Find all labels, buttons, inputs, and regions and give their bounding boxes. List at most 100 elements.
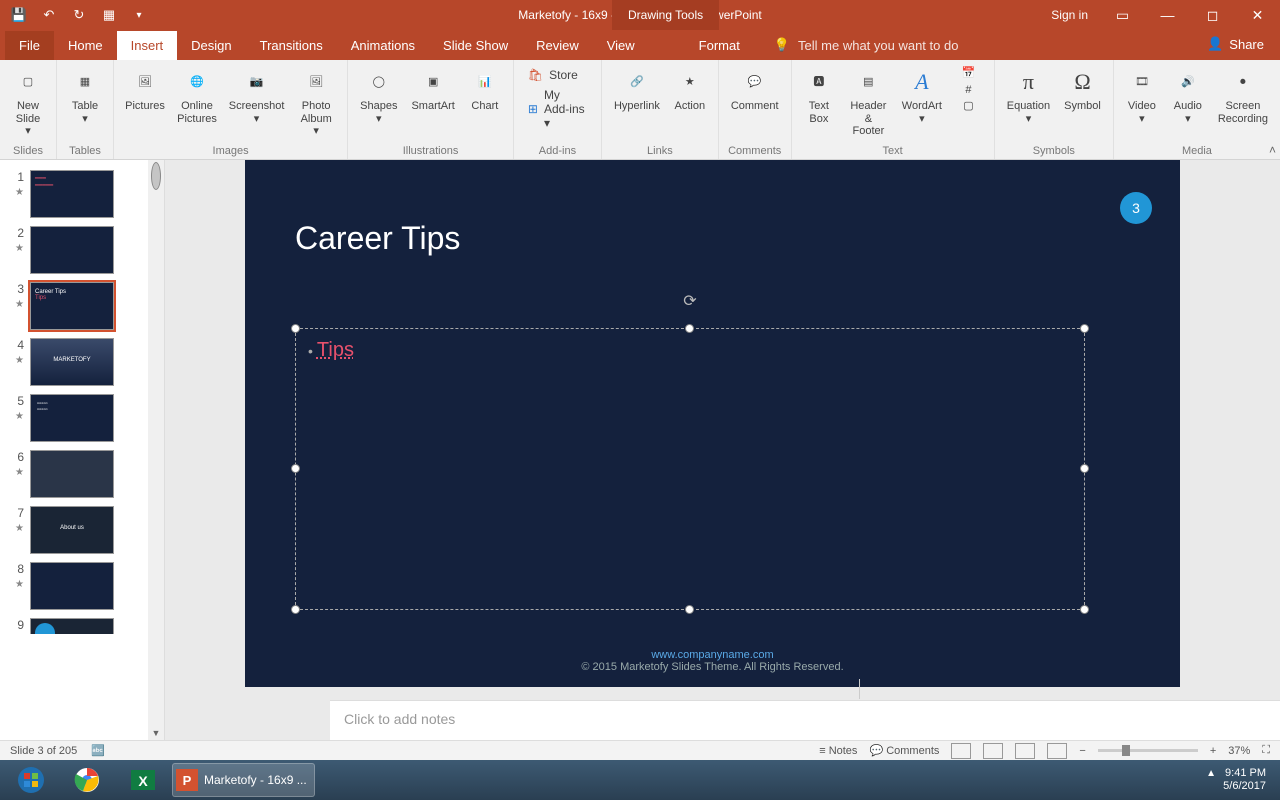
maximize-icon[interactable]: ◻	[1190, 0, 1235, 30]
thumb-7[interactable]: 7★About us	[0, 502, 164, 558]
resize-handle-w[interactable]	[291, 464, 300, 473]
thumb-1[interactable]: 1★━━━━━━━━	[0, 166, 164, 222]
pictures-button[interactable]: 🖼Pictures	[120, 64, 170, 140]
start-button[interactable]	[4, 763, 58, 797]
my-addins-button[interactable]: ⊞My Add-ins ▾	[528, 88, 587, 130]
zoom-slider[interactable]	[1098, 749, 1198, 752]
audio-button[interactable]: 🔊Audio ▾	[1166, 64, 1210, 127]
table-button[interactable]: ▦Table ▾	[63, 64, 107, 127]
tab-file[interactable]: File	[5, 31, 54, 60]
normal-view-button[interactable]	[951, 743, 971, 759]
slide-title[interactable]: Career Tips	[295, 220, 460, 257]
reading-view-button[interactable]	[1015, 743, 1035, 759]
zoom-percent[interactable]: 37%	[1228, 745, 1250, 757]
resize-handle-ne[interactable]	[1080, 324, 1089, 333]
bullet-text[interactable]: Tips	[308, 339, 354, 362]
resize-handle-e[interactable]	[1080, 464, 1089, 473]
resize-handle-se[interactable]	[1080, 605, 1089, 614]
zoom-slider-knob[interactable]	[1122, 745, 1130, 756]
chrome-app[interactable]	[60, 763, 114, 797]
rotation-handle-icon[interactable]: ⟳	[683, 291, 696, 311]
collapse-ribbon-icon[interactable]: ˄	[1269, 143, 1276, 157]
slide-canvas[interactable]: Career Tips 3 ⟳ Tips www.companyname.com…	[245, 160, 1180, 687]
close-icon[interactable]: ✕	[1235, 0, 1280, 30]
tab-transitions[interactable]: Transitions	[246, 31, 337, 60]
scroll-handle[interactable]	[151, 162, 161, 190]
video-button[interactable]: 🎞Video ▾	[1120, 64, 1164, 127]
footer-url[interactable]: www.companyname.com	[651, 649, 773, 661]
notes-pane[interactable]: Click to add notes	[330, 700, 1280, 740]
photo-album-button[interactable]: 🖼Photo Album ▾	[291, 64, 341, 140]
smartart-icon: ▣	[417, 66, 449, 98]
wordart-button[interactable]: AWordArt ▾	[897, 64, 947, 140]
tray-chevron-icon[interactable]: ▲	[1206, 768, 1216, 779]
shapes-button[interactable]: ◯Shapes ▾	[354, 64, 403, 127]
undo-icon[interactable]: ↶	[40, 6, 58, 24]
thumb-2[interactable]: 2★	[0, 222, 164, 278]
redo-icon[interactable]: ↻	[70, 6, 88, 24]
symbol-button[interactable]: ΩSymbol	[1058, 64, 1107, 127]
tab-review[interactable]: Review	[522, 31, 593, 60]
slide-edit-area[interactable]: Career Tips 3 ⟳ Tips www.companyname.com…	[165, 160, 1280, 740]
tab-home[interactable]: Home	[54, 31, 117, 60]
thumb-scrollbar[interactable]: ▲ ▼	[148, 160, 164, 740]
group-label-illustrations: Illustrations	[403, 143, 459, 159]
zoom-out-button[interactable]: −	[1079, 745, 1085, 757]
powerpoint-app[interactable]: P Marketofy - 16x9 ...	[172, 763, 315, 797]
tell-me-search[interactable]: 💡 Tell me what you want to do	[774, 37, 959, 60]
resize-handle-n[interactable]	[685, 324, 694, 333]
action-button[interactable]: ★Action	[668, 64, 712, 115]
thumb-6[interactable]: 6★	[0, 446, 164, 502]
content-text-box[interactable]: ⟳ Tips	[295, 328, 1085, 610]
text-cursor	[859, 679, 860, 699]
zoom-in-button[interactable]: +	[1210, 745, 1216, 757]
notes-toggle[interactable]: ≡ Notes	[819, 745, 857, 757]
slide-counter[interactable]: Slide 3 of 205	[10, 745, 77, 757]
equation-button[interactable]: πEquation ▾	[1001, 64, 1056, 127]
start-from-beginning-icon[interactable]: ▦	[100, 6, 118, 24]
ribbon-display-options-icon[interactable]: ▭	[1100, 0, 1145, 30]
comments-toggle[interactable]: 💬 Comments	[869, 744, 939, 757]
tab-slideshow[interactable]: Slide Show	[429, 31, 522, 60]
text-extras[interactable]: 📅#▢	[949, 64, 988, 140]
group-tables: ▦Table ▾ Tables	[57, 60, 114, 159]
system-clock[interactable]: ▲ 9:41 PM5/6/2017	[1206, 767, 1276, 793]
hyperlink-button[interactable]: 🔗Hyperlink	[608, 64, 666, 115]
tab-view[interactable]: View	[593, 31, 649, 60]
resize-handle-sw[interactable]	[291, 605, 300, 614]
chart-button[interactable]: 📊Chart	[463, 64, 507, 127]
resize-handle-nw[interactable]	[291, 324, 300, 333]
tab-insert[interactable]: Insert	[117, 31, 178, 60]
sorter-view-button[interactable]	[983, 743, 1003, 759]
smartart-button[interactable]: ▣SmartArt	[405, 64, 460, 127]
thumb-5[interactable]: 5★▫▫▫▫▫▫▫▫▫▫	[0, 390, 164, 446]
text-box-button[interactable]: 🅰Text Box	[798, 64, 841, 140]
screen-recording-button[interactable]: ⏺Screen Recording	[1212, 64, 1274, 127]
thumb-9[interactable]: 9	[0, 614, 164, 634]
online-pictures-button[interactable]: 🌐Online Pictures	[172, 64, 222, 140]
tell-me-placeholder: Tell me what you want to do	[798, 38, 958, 53]
resize-handle-s[interactable]	[685, 605, 694, 614]
tab-animations[interactable]: Animations	[337, 31, 429, 60]
tab-format[interactable]: Format	[685, 31, 754, 60]
store-button[interactable]: 🛍Store	[528, 68, 587, 82]
comment-button[interactable]: 💬Comment	[725, 64, 785, 115]
new-slide-button[interactable]: ▢New Slide ▾	[6, 64, 50, 140]
minimize-icon[interactable]: —	[1145, 0, 1190, 30]
scroll-down-icon[interactable]: ▼	[150, 726, 163, 740]
screenshot-button[interactable]: 📷Screenshot ▾	[224, 64, 289, 140]
thumb-3[interactable]: 3★Career TipsTips	[0, 278, 164, 334]
thumb-4[interactable]: 4★MARKETOFY	[0, 334, 164, 390]
save-icon[interactable]: 💾	[10, 6, 28, 24]
sign-in-link[interactable]: Sign in	[1039, 8, 1100, 22]
slideshow-view-button[interactable]	[1047, 743, 1067, 759]
tab-design[interactable]: Design	[177, 31, 245, 60]
excel-app[interactable]: X	[116, 763, 170, 797]
thumb-8[interactable]: 8★	[0, 558, 164, 614]
fit-to-window-button[interactable]: ⛶	[1262, 744, 1270, 757]
spellcheck-icon[interactable]: 🔤	[91, 744, 105, 757]
share-button[interactable]: 👤 Share	[1199, 32, 1272, 56]
qat-dropdown-icon[interactable]: ▾	[130, 6, 148, 24]
header-footer-button[interactable]: ▤Header & Footer	[842, 64, 894, 140]
action-icon: ★	[674, 66, 706, 98]
